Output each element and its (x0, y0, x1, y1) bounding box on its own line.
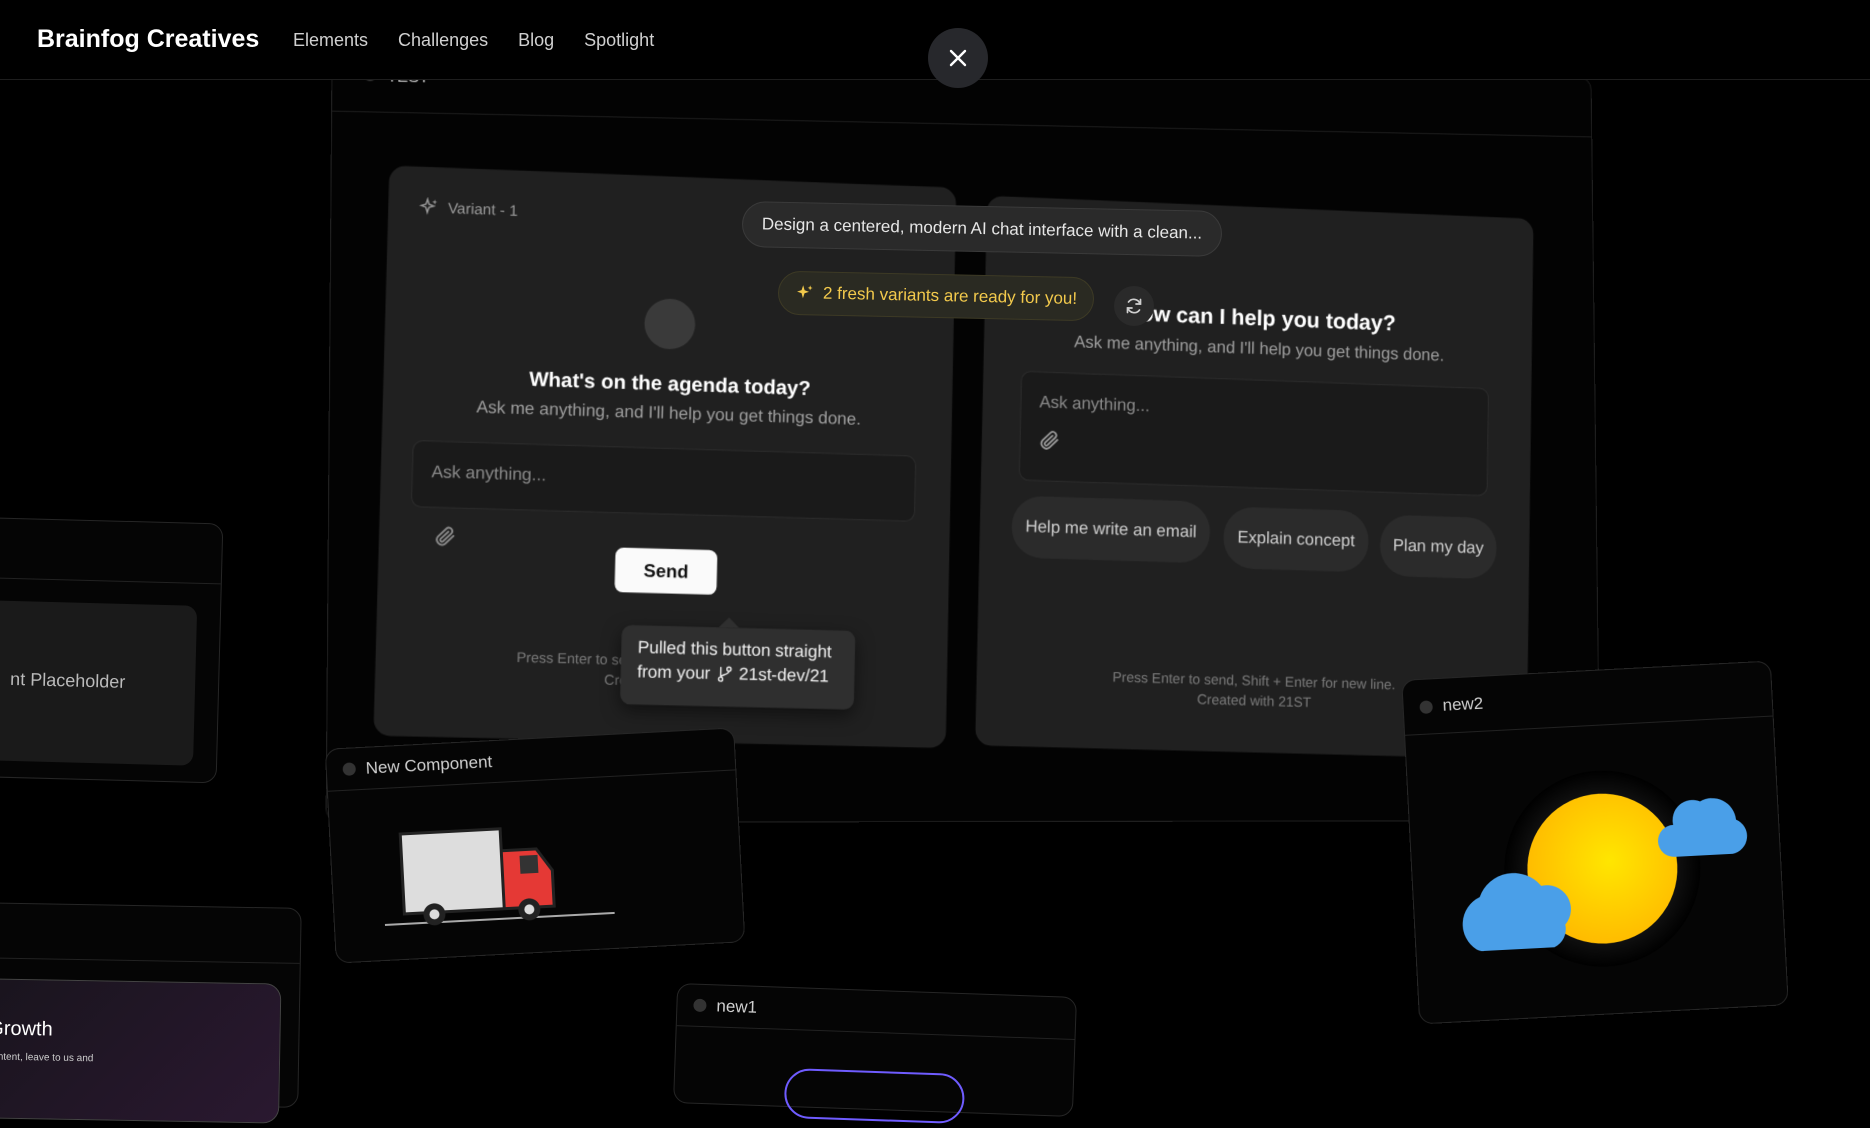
tooltip-prefix: from your (637, 660, 711, 686)
weather-sun-cloud-icon (1426, 742, 1778, 999)
truck-icon (359, 795, 625, 938)
sparkle-icon (795, 283, 815, 303)
avatar (644, 298, 696, 350)
fresh-variants-pill[interactable]: 2 fresh variants are ready for you! (778, 271, 1095, 322)
frame-header (0, 903, 301, 964)
nav-challenges[interactable]: Challenges (398, 30, 488, 51)
frame-title: new1 (716, 996, 757, 1017)
paperclip-icon[interactable] (432, 524, 457, 549)
nav-spotlight[interactable]: Spotlight (584, 30, 654, 51)
close-icon (948, 48, 968, 68)
variant-label-text: Variant - 1 (448, 200, 518, 220)
frame-placeholder[interactable]: nt Placeholder (0, 517, 223, 784)
send-button[interactable]: Send (615, 548, 718, 595)
growth-card: e Growth ext content, leave to us and (0, 978, 281, 1124)
status-dot (1419, 700, 1433, 714)
brand-logo[interactable]: Brainfog Creatives (37, 25, 259, 54)
placeholder-box: nt Placeholder (0, 600, 197, 766)
frame-growth[interactable]: e Growth ext content, leave to us and (0, 902, 302, 1108)
frame-header: new1 (677, 984, 1076, 1040)
close-button[interactable] (928, 28, 988, 88)
preview-outline (784, 1068, 966, 1124)
refresh-icon (1124, 296, 1144, 316)
chip-explain-concept[interactable]: Explain concept (1223, 506, 1369, 572)
refresh-button[interactable] (1114, 286, 1154, 326)
status-dot (342, 762, 356, 776)
paperclip-icon[interactable] (1037, 428, 1061, 453)
main-nav: Elements Challenges Blog Spotlight (293, 30, 654, 51)
placeholder-text: nt Placeholder (10, 669, 126, 693)
variant-label: Variant - 1 (419, 197, 518, 221)
frame-title: New Component (365, 752, 492, 779)
ask-input[interactable]: Ask anything... (1019, 371, 1489, 496)
tooltip-branch: 21st-dev/21 (739, 662, 830, 688)
tooltip: Pulled this button straight from your 21… (620, 625, 855, 710)
sparkle-icon (419, 197, 440, 218)
tooltip-line2: from your 21st-dev/21 (637, 660, 839, 689)
chip-plan-day[interactable]: Plan my day (1380, 514, 1497, 579)
variant-card-1: Variant - 1 What's on the agenda today? … (373, 165, 956, 748)
frame-header (0, 518, 222, 585)
frame-new1[interactable]: new1 (673, 983, 1077, 1117)
ask-input[interactable]: Ask anything... (411, 440, 916, 522)
frame-new2[interactable]: new2 (1401, 661, 1789, 1025)
branch-icon (716, 665, 733, 684)
status-dot (693, 999, 706, 1012)
fresh-variants-text: 2 fresh variants are ready for you! (823, 284, 1078, 309)
nav-elements[interactable]: Elements (293, 30, 368, 51)
chip-write-email[interactable]: Help me write an email (1011, 495, 1210, 563)
frame-new-component[interactable]: New Component (325, 727, 746, 963)
frame-title: new2 (1442, 694, 1484, 716)
growth-subtitle: ext content, leave to us and (0, 1051, 93, 1064)
growth-title: e Growth (0, 1017, 53, 1041)
nav-blog[interactable]: Blog (518, 30, 554, 51)
